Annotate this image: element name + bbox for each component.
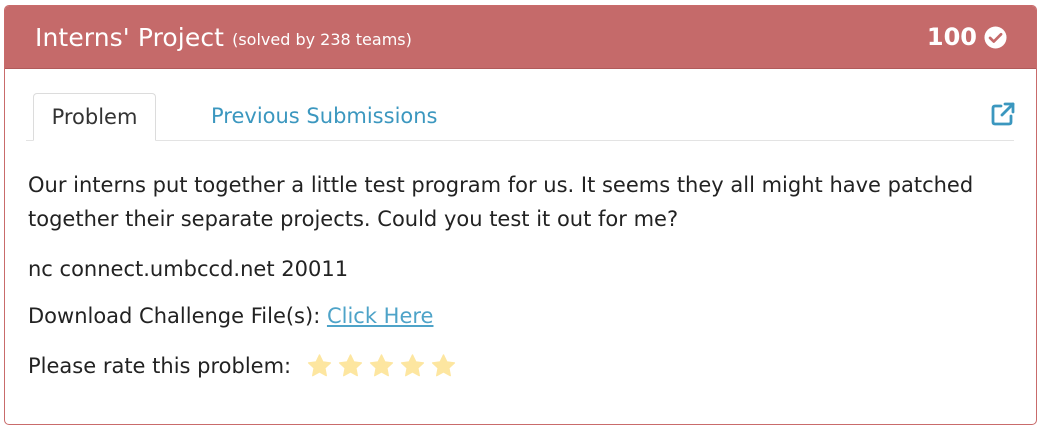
download-link[interactable]: Click Here (327, 304, 434, 328)
rating-label: Please rate this problem: (28, 354, 292, 378)
challenge-tabs: Problem Previous Submissions (26, 93, 1016, 141)
challenge-title: Interns' Project (35, 22, 225, 52)
score-badge: 100 (927, 23, 1007, 51)
connection-command: nc connect.umbccd.net 20011 (28, 257, 349, 281)
tab-previous-submissions[interactable]: Previous Submissions (198, 93, 451, 140)
solve-count: (solved by 238 teams) (232, 29, 412, 49)
rating-star-icon[interactable] (430, 353, 457, 379)
rating-star-icon[interactable] (337, 353, 364, 379)
rating-row: Please rate this problem: (28, 353, 1036, 379)
challenge-card: Interns' Project (solved by 238 teams) 1… (4, 5, 1037, 425)
problem-content: Our interns put together a little test p… (5, 168, 1036, 379)
external-link-icon[interactable] (990, 101, 1016, 127)
problem-description: Our interns put together a little test p… (28, 173, 974, 231)
rating-stars (306, 353, 461, 379)
rating-star-icon[interactable] (368, 353, 395, 379)
challenge-points: 100 (926, 23, 977, 51)
challenge-header: Interns' Project (solved by 238 teams) 1… (5, 6, 1036, 69)
tab-problem[interactable]: Problem (33, 93, 156, 141)
download-row: Download Challenge File(s): Click Here (28, 304, 1036, 328)
rating-star-icon[interactable] (306, 353, 333, 379)
solved-check-icon (984, 25, 1007, 49)
download-label: Download Challenge File(s): (28, 304, 327, 328)
rating-star-icon[interactable] (399, 353, 426, 379)
